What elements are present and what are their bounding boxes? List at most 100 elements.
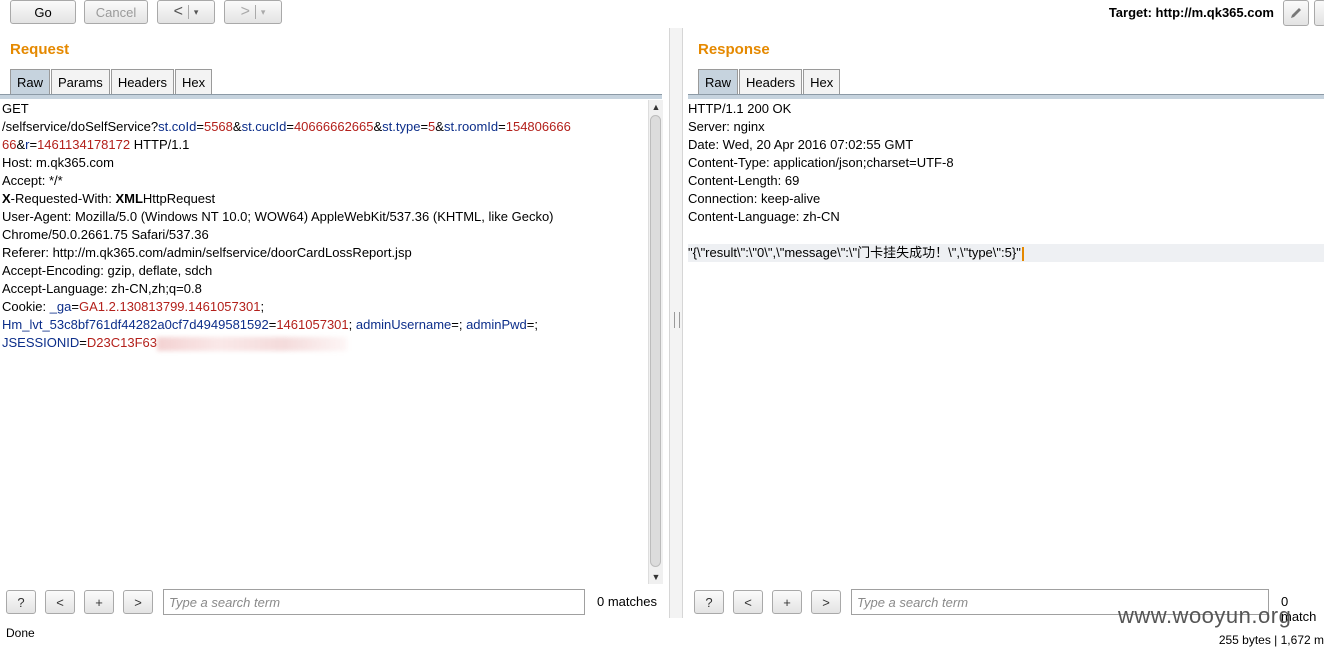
text-token: Connection: keep-alive bbox=[688, 191, 821, 206]
text-line: GET bbox=[2, 100, 647, 118]
text-line: Accept: */* bbox=[2, 172, 647, 190]
tab-raw[interactable]: Raw bbox=[10, 69, 51, 94]
text-token: HTTP/1.1 bbox=[130, 137, 190, 152]
text-token: 66 bbox=[2, 137, 17, 152]
tab-headers[interactable]: Headers bbox=[110, 69, 174, 94]
text-line bbox=[688, 226, 1324, 244]
separator bbox=[187, 5, 189, 19]
text-line: 66&r=1461134178172 HTTP/1.1 bbox=[2, 136, 647, 154]
text-line: Connection: keep-alive bbox=[688, 190, 1324, 208]
text-cursor bbox=[1021, 246, 1024, 261]
text-line: HTTP/1.1 200 OK bbox=[688, 100, 1324, 118]
response-search-prev-button[interactable]: < bbox=[733, 590, 763, 614]
text-token: D23C13F63 bbox=[86, 335, 157, 350]
text-token: GET bbox=[2, 101, 29, 116]
request-editor[interactable]: GET/selfservice/doSelfService?st.coId = 55… bbox=[2, 100, 647, 584]
response-editor[interactable]: HTTP/1.1 200 OK Server: nginx Date: Wed, 2… bbox=[688, 100, 1324, 584]
text-line: Content-Length: 69 bbox=[688, 172, 1324, 190]
response-size: 255 bytes | 1,672 m bbox=[1218, 633, 1324, 647]
text-token: & bbox=[435, 119, 444, 134]
request-search-next-button[interactable]: > bbox=[123, 590, 153, 614]
text-token: Content-Language: zh-CN bbox=[688, 209, 840, 224]
text-line: Server: nginx bbox=[688, 118, 1324, 136]
text-token: Accept: */* bbox=[2, 173, 63, 188]
request-tabs: Raw Params Headers Hex bbox=[10, 69, 213, 94]
text-token: -Requested-With: bbox=[10, 191, 116, 206]
scroll-down-icon[interactable]: ▼ bbox=[649, 570, 663, 584]
edit-target-button[interactable] bbox=[1283, 0, 1309, 26]
text-line: "{\"result\":\"0\",\"message\":\"门卡挂失成功！… bbox=[688, 244, 1324, 262]
tab-hex[interactable]: Hex bbox=[174, 69, 213, 94]
help-button[interactable] bbox=[1314, 0, 1324, 26]
request-search-matches: 0 matches bbox=[597, 594, 657, 609]
text-token: Referer: http://m.qk365.com/admin/selfse… bbox=[2, 245, 412, 260]
splitter-grip[interactable] bbox=[674, 312, 680, 328]
text-token: Accept-Language: zh-CN,zh;q=0.8 bbox=[2, 281, 202, 296]
response-title: Response bbox=[698, 41, 770, 58]
text-token: st.type bbox=[382, 119, 421, 134]
text-token: = bbox=[498, 119, 506, 134]
go-button[interactable]: Go bbox=[10, 0, 76, 24]
text-token: = bbox=[79, 335, 87, 350]
text-token: = bbox=[71, 299, 79, 314]
status-bar: Done 255 bytes | 1,672 m bbox=[0, 624, 1324, 647]
tab-params[interactable]: Params bbox=[51, 69, 110, 94]
text-token: Accept-Encoding: gzip, deflate, sdch bbox=[2, 263, 213, 278]
tab-hex[interactable]: Hex bbox=[803, 69, 841, 94]
request-search-add-button[interactable]: + bbox=[84, 590, 114, 614]
scroll-thumb[interactable] bbox=[650, 115, 661, 567]
text-token: 40666662665 bbox=[293, 119, 374, 134]
tab-raw[interactable]: Raw bbox=[698, 69, 739, 94]
text-line: Chrome/50.0.2661.75 Safari/537.36 bbox=[2, 226, 647, 244]
text-token: = bbox=[420, 119, 429, 134]
response-tab-underline bbox=[688, 94, 1324, 99]
text-token: adminUsername bbox=[355, 317, 452, 332]
text-token: =; bbox=[526, 317, 538, 332]
request-scrollbar[interactable]: ▲ ▼ bbox=[648, 100, 663, 584]
text-token: XML bbox=[115, 191, 143, 206]
request-title: Request bbox=[10, 41, 70, 58]
panel-splitter[interactable] bbox=[669, 28, 683, 618]
target-label: Target: http://m.qk365.com bbox=[1108, 5, 1274, 20]
text-line: Content-Language: zh-CN bbox=[688, 208, 1324, 226]
request-search-help-button[interactable]: ? bbox=[6, 590, 36, 614]
text-token: "{\"result\":\"0\",\"message\":\"门卡挂失成功！… bbox=[688, 245, 1021, 260]
text-token: ; bbox=[260, 299, 265, 314]
text-token: ; bbox=[348, 317, 356, 332]
text-token: st.roomId bbox=[443, 119, 499, 134]
forward-button[interactable]: > ▾ bbox=[224, 0, 282, 24]
text-token: HttpRequest bbox=[142, 191, 216, 206]
text-token: & bbox=[16, 137, 26, 152]
text-token: Content-Type: application/json;charset=U… bbox=[688, 155, 954, 170]
chevron-down-icon: ▾ bbox=[260, 6, 266, 17]
text-token: JSESSIONID bbox=[2, 335, 80, 350]
response-tabs: Raw Headers Hex bbox=[698, 69, 841, 94]
text-token: /selfservice/doSelfService? bbox=[2, 119, 159, 134]
text-token: HTTP/1.1 200 OK bbox=[688, 101, 792, 116]
text-line: User-Agent: Mozilla/5.0 (Windows NT 10.0… bbox=[2, 208, 647, 226]
text-token: Hm_lvt_53c8bf761df44282a0cf7d4949581592 bbox=[2, 317, 269, 332]
response-search-help-button[interactable]: ? bbox=[694, 590, 724, 614]
response-search-next-button[interactable]: > bbox=[811, 590, 841, 614]
back-arrow-icon: < bbox=[173, 3, 183, 20]
cancel-button[interactable]: Cancel bbox=[84, 0, 148, 24]
tab-headers[interactable]: Headers bbox=[739, 69, 803, 94]
text-token: 1461134178172 bbox=[37, 137, 131, 152]
text-token: & bbox=[373, 119, 383, 134]
text-line: Host: m.qk365.com bbox=[2, 154, 647, 172]
redacted-value bbox=[157, 336, 347, 351]
request-search-prev-button[interactable]: < bbox=[45, 590, 75, 614]
text-token: Content-Length: 69 bbox=[688, 173, 800, 188]
text-token: 5568 bbox=[203, 119, 233, 134]
back-button[interactable]: < ▾ bbox=[157, 0, 215, 24]
text-token: = bbox=[29, 137, 38, 152]
response-search-add-button[interactable]: + bbox=[772, 590, 802, 614]
text-token: st.coId bbox=[158, 119, 197, 134]
request-search-input[interactable] bbox=[163, 589, 585, 615]
separator bbox=[254, 5, 256, 19]
text-line: Date: Wed, 20 Apr 2016 07:02:55 GMT bbox=[688, 136, 1324, 154]
scroll-up-icon[interactable]: ▲ bbox=[649, 100, 663, 114]
text-line: JSESSIONID=D23C13F63 bbox=[2, 334, 647, 352]
text-line: X-Requested-With: XMLHttpRequest bbox=[2, 190, 647, 208]
pencil-icon bbox=[1291, 8, 1301, 18]
